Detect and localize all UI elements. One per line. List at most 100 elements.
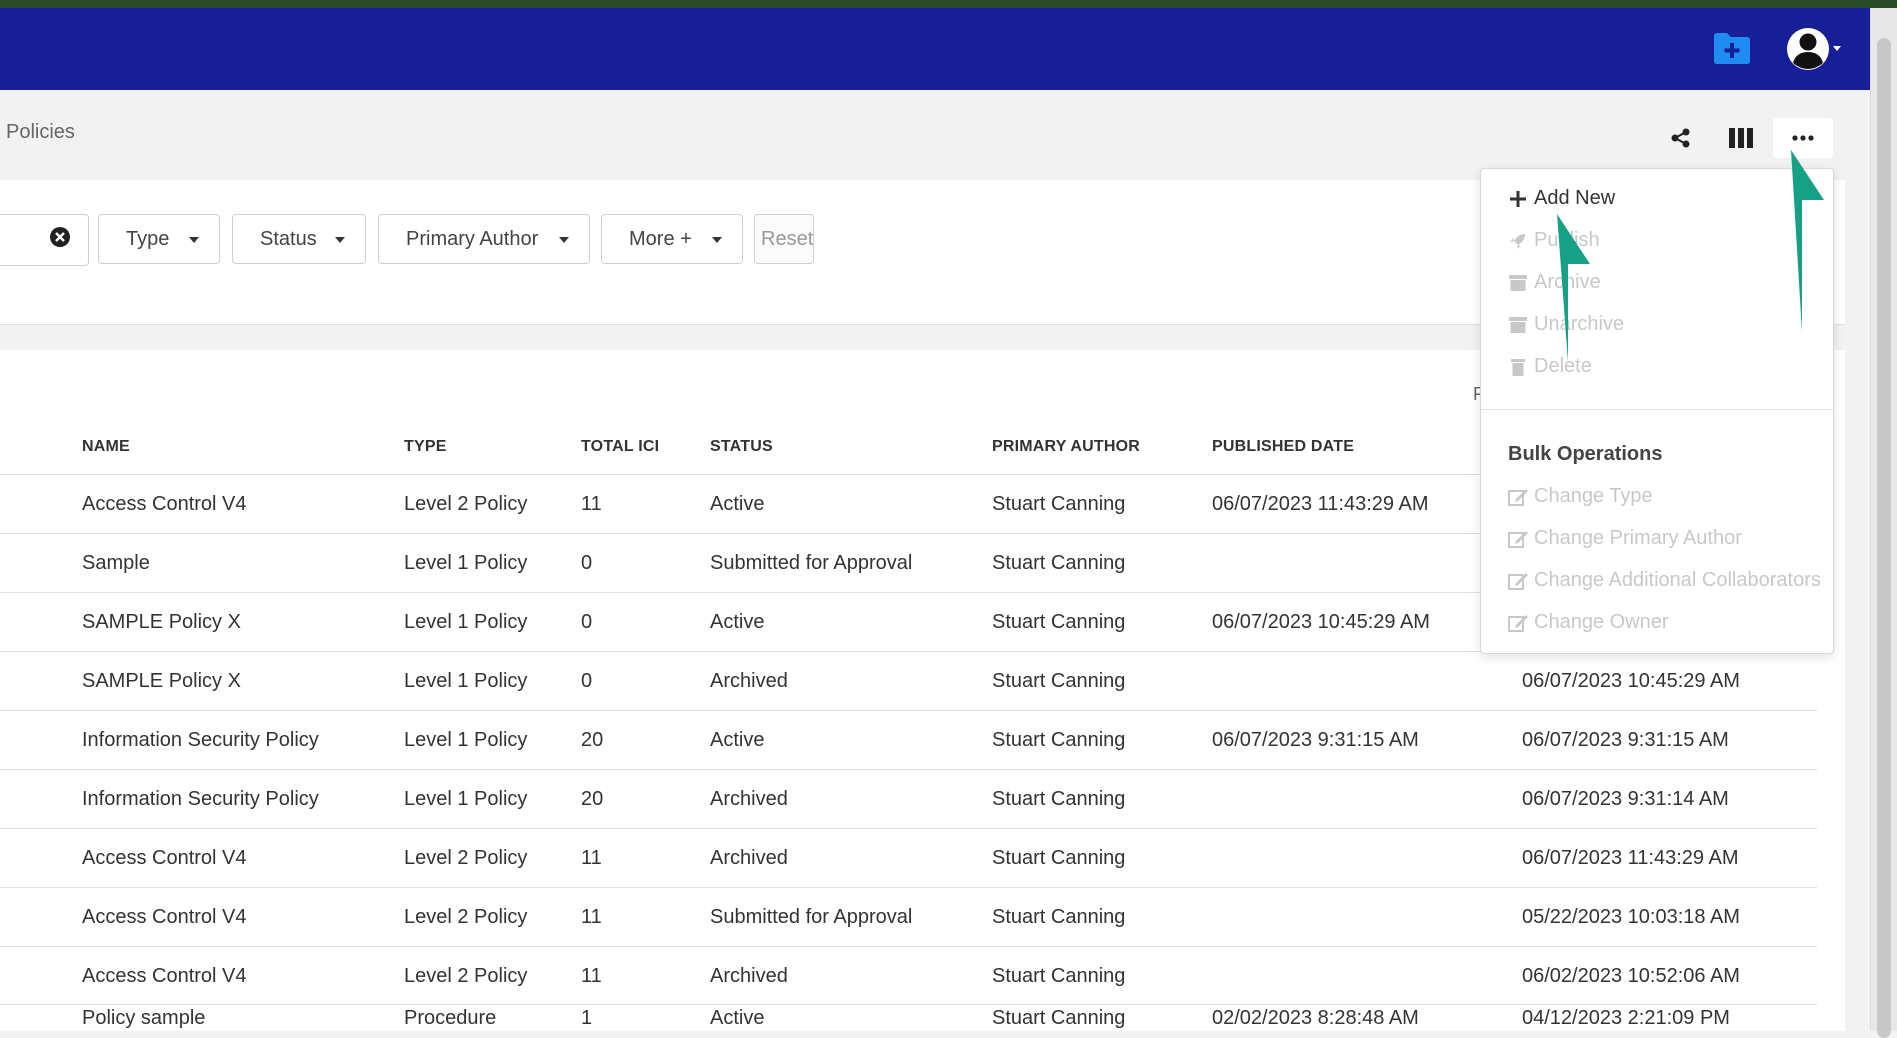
menu-item-label: Change Type	[1534, 485, 1653, 507]
column-header-total-ici[interactable]: TOTAL ICI	[581, 438, 659, 456]
table-row[interactable]: Information Security Policy Level 1 Poli…	[0, 769, 1817, 829]
chevron-down-icon	[559, 237, 569, 243]
cell-primary-author: Stuart Canning	[992, 552, 1126, 574]
column-header-type[interactable]: TYPE	[404, 438, 447, 456]
clear-search-icon[interactable]	[49, 226, 71, 248]
top-navbar	[0, 8, 1870, 90]
cell-type: Level 2 Policy	[404, 847, 528, 869]
menu-item-add-new[interactable]: Add New	[1508, 187, 1615, 210]
cell-name: Access Control V4	[82, 965, 247, 987]
cell-name: Policy sample	[82, 1007, 206, 1029]
author-filter-label: Primary Author	[406, 227, 539, 250]
cell-published-date: 06/07/2023 11:43:29 AM	[1212, 493, 1429, 515]
cell-total-ici: 0	[581, 611, 593, 633]
cell-primary-author: Stuart Canning	[992, 847, 1126, 869]
cell-name: Access Control V4	[82, 906, 247, 928]
menu-item-change-type[interactable]: Change Type	[1508, 485, 1653, 508]
cell-modified-date: 06/07/2023 11:43:29 AM	[1522, 847, 1739, 869]
cell-primary-author: Stuart Canning	[992, 493, 1126, 515]
vertical-scrollbar[interactable]	[1870, 8, 1897, 1038]
cell-total-ici: 11	[581, 847, 602, 869]
search-input[interactable]	[0, 214, 89, 266]
share-icon	[1671, 128, 1690, 148]
cell-primary-author: Stuart Canning	[992, 906, 1126, 928]
cell-name: SAMPLE Policy X	[82, 611, 241, 633]
table-row[interactable]: Access Control V4 Level 2 Policy 11 Subm…	[0, 887, 1817, 947]
edit-icon	[1508, 529, 1528, 549]
reset-button[interactable]: Reset	[754, 214, 814, 264]
cell-modified-date: 06/07/2023 10:45:29 AM	[1522, 670, 1740, 692]
table-row[interactable]: Access Control V4 Level 2 Policy 11 Arch…	[0, 946, 1817, 1006]
cell-type: Level 2 Policy	[404, 906, 528, 928]
cell-status: Archived	[710, 847, 788, 869]
column-header-published-date[interactable]: PUBLISHED DATE	[1212, 438, 1354, 456]
menu-item-label: Change Primary Author	[1534, 527, 1742, 549]
share-button[interactable]	[1658, 118, 1704, 158]
cell-primary-author: Stuart Canning	[992, 788, 1126, 810]
cell-type: Level 2 Policy	[404, 965, 528, 987]
cell-published-date: 06/07/2023 9:31:15 AM	[1212, 729, 1419, 751]
cell-status: Submitted for Approval	[710, 552, 913, 574]
column-header-name[interactable]: NAME	[82, 438, 130, 456]
cell-status: Active	[710, 729, 765, 751]
browser-top-strip	[0, 0, 1897, 8]
table-row[interactable]: Policy sample Procedure 1 Active Stuart …	[0, 1004, 1817, 1032]
table-row[interactable]: SAMPLE Policy X Level 1 Policy 0 Archive…	[0, 651, 1817, 711]
edit-icon	[1508, 613, 1528, 633]
menu-item-change-primary-author[interactable]: Change Primary Author	[1508, 527, 1742, 550]
cell-status: Archived	[710, 788, 788, 810]
cell-total-ici: 20	[581, 788, 604, 810]
column-header-primary-author[interactable]: PRIMARY AUTHOR	[992, 438, 1140, 456]
cell-name: Sample	[82, 552, 150, 574]
cell-total-ici: 0	[581, 552, 593, 574]
cell-status: Active	[710, 611, 765, 633]
author-filter-button[interactable]: Primary Author	[378, 214, 590, 264]
menu-item-change-owner[interactable]: Change Owner	[1508, 611, 1669, 634]
menu-divider	[1481, 409, 1833, 410]
folder-plus-icon[interactable]	[1712, 30, 1752, 66]
cell-primary-author: Stuart Canning	[992, 1007, 1126, 1029]
cell-total-ici: 0	[581, 670, 593, 692]
cell-total-ici: 11	[581, 906, 602, 928]
more-filters-button[interactable]: More +	[601, 214, 743, 264]
cell-primary-author: Stuart Canning	[992, 729, 1126, 751]
cell-primary-author: Stuart Canning	[992, 611, 1126, 633]
user-avatar-icon[interactable]	[1786, 26, 1842, 72]
cell-name: Access Control V4	[82, 493, 247, 515]
cell-modified-date: 04/12/2023 2:21:09 PM	[1522, 1007, 1730, 1029]
cell-primary-author: Stuart Canning	[992, 965, 1126, 987]
scrollbar-thumb[interactable]	[1877, 38, 1891, 1038]
cell-status: Archived	[710, 965, 788, 987]
cell-status: Submitted for Approval	[710, 906, 913, 928]
edit-icon	[1508, 487, 1528, 507]
cell-type: Level 1 Policy	[404, 552, 528, 574]
reset-label: Reset	[761, 227, 814, 250]
column-header-status[interactable]: STATUS	[710, 438, 773, 456]
columns-icon	[1729, 128, 1753, 148]
menu-item-label: Change Additional Collaborators	[1534, 569, 1821, 591]
menu-item-label: Add New	[1534, 187, 1616, 209]
cell-total-ici: 11	[581, 493, 602, 515]
cell-name: Access Control V4	[82, 847, 247, 869]
annotation-arrow-icon	[1791, 150, 1824, 332]
cell-status: Active	[710, 493, 765, 515]
cell-modified-date: 05/22/2023 10:03:18 AM	[1522, 906, 1740, 928]
cell-published-date: 02/02/2023 8:28:48 AM	[1212, 1007, 1419, 1029]
cell-published-date: 06/07/2023 10:45:29 AM	[1212, 611, 1430, 633]
chevron-down-icon	[335, 237, 345, 243]
cell-primary-author: Stuart Canning	[992, 670, 1126, 692]
menu-item-change-additional-collaborators[interactable]: Change Additional Collaborators	[1508, 569, 1821, 592]
page-title: Policies	[6, 121, 75, 143]
table-row[interactable]: Information Security Policy Level 1 Poli…	[0, 710, 1817, 770]
cell-type: Level 1 Policy	[404, 729, 528, 751]
table-row[interactable]: Access Control V4 Level 2 Policy 11 Arch…	[0, 828, 1817, 888]
cell-name: Information Security Policy	[82, 729, 319, 751]
type-filter-button[interactable]: Type	[98, 214, 220, 264]
chevron-down-icon	[189, 237, 199, 243]
cell-total-ici: 1	[581, 1007, 593, 1029]
cell-type: Level 2 Policy	[404, 493, 528, 515]
status-filter-label: Status	[260, 227, 317, 250]
status-filter-button[interactable]: Status	[232, 214, 366, 264]
bulk-operations-header: Bulk Operations	[1508, 443, 1663, 465]
edit-icon	[1508, 571, 1528, 591]
